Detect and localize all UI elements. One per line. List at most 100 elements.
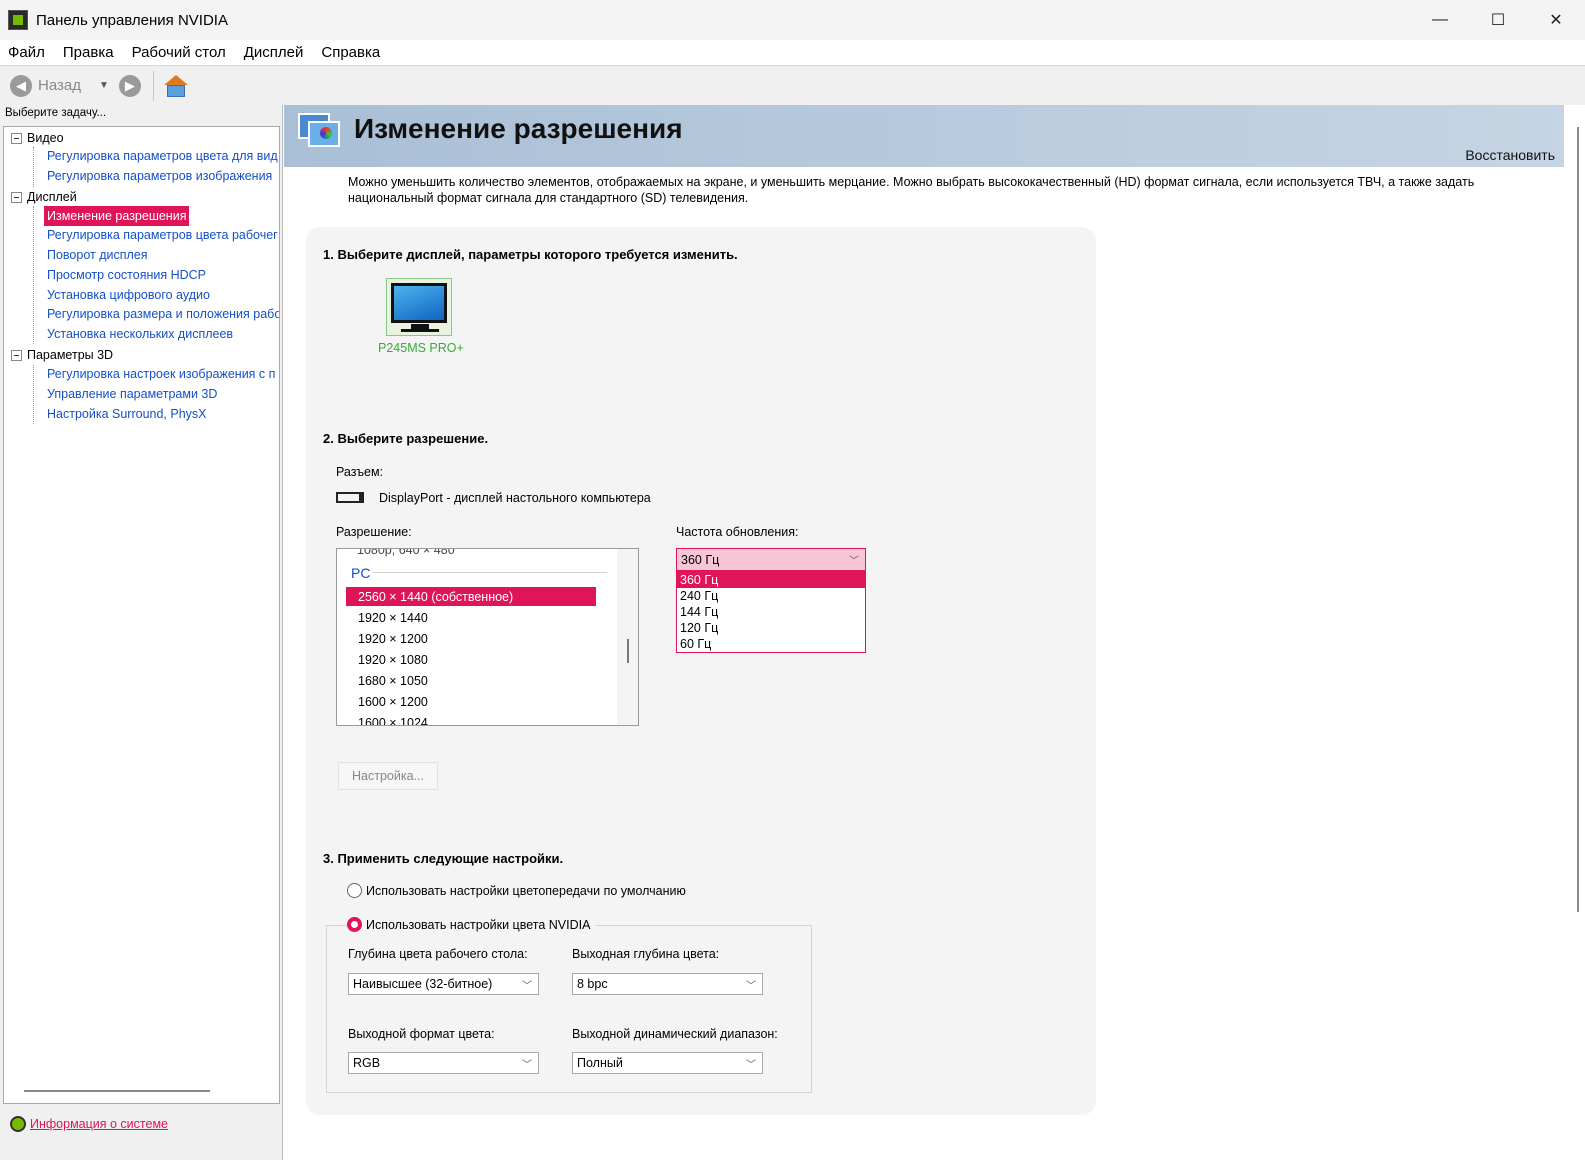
customize-button[interactable]: Настройка...: [338, 762, 438, 790]
collapse-icon[interactable]: [11, 191, 22, 203]
tree-item-video-color[interactable]: Регулировка параметров цвета для вид: [44, 146, 279, 166]
system-info-link[interactable]: Информация о системе: [30, 1117, 168, 1131]
radio-button-selected[interactable]: [347, 917, 362, 932]
tree-connector: [33, 206, 34, 344]
window-controls: — ☐ ✕: [1411, 0, 1585, 40]
tree-item-video-image[interactable]: Регулировка параметров изображения: [44, 166, 275, 186]
radio-button[interactable]: [347, 883, 362, 898]
tree-item-manage-3d[interactable]: Управление параметрами 3D: [44, 384, 220, 404]
chevron-down-icon: ﹀: [746, 981, 756, 992]
dynamic-range-select[interactable]: Полный ﹀: [572, 1052, 763, 1074]
toolbar: ◀ Назад ▼ ▶: [0, 65, 1585, 105]
resolution-label: Разрешение:: [336, 525, 412, 539]
tree-connector: [33, 365, 34, 424]
tree-item-change-resolution[interactable]: Изменение разрешения: [44, 206, 190, 226]
resolution-list[interactable]: 1080p, 640 × 480 PC 2560 × 1440 (собстве…: [336, 548, 639, 726]
restore-defaults-link[interactable]: Восстановить: [1465, 147, 1555, 163]
forward-arrow-icon[interactable]: ▶: [118, 74, 141, 97]
close-button[interactable]: ✕: [1527, 0, 1585, 40]
select-value: 8 bpc: [577, 977, 608, 991]
resolution-option[interactable]: 1920 × 1080: [346, 650, 596, 669]
connector-label: Разъем:: [336, 465, 384, 479]
tree-category-label: Дисплей: [27, 190, 77, 204]
output-format-select[interactable]: RGB ﹀: [348, 1052, 539, 1074]
task-tree: Видео Регулировка параметров цвета для в…: [3, 126, 280, 1104]
tree-item-rotate-display[interactable]: Поворот дисплея: [44, 245, 151, 265]
refresh-option[interactable]: 60 Гц: [677, 636, 865, 652]
settings-panel: 1. Выберите дисплей, параметры которого …: [306, 227, 1096, 1115]
radio-nvidia-color[interactable]: Использовать настройки цвета NVIDIA: [347, 917, 597, 932]
tree-horizontal-scrollbar[interactable]: [24, 1090, 210, 1092]
history-dropdown-icon[interactable]: ▼: [99, 80, 109, 91]
refresh-rate-select[interactable]: 360 Гц ﹀: [676, 548, 866, 571]
select-value: Полный: [577, 1056, 623, 1070]
collapse-icon[interactable]: [11, 349, 22, 361]
tree-item-3d-preview[interactable]: Регулировка настроек изображения с п: [44, 364, 278, 384]
monitor-icon[interactable]: [386, 278, 452, 336]
display-settings-icon: [298, 113, 342, 153]
refresh-rate-dropdown[interactable]: 360 Гц 240 Гц 144 Гц 120 Гц 60 Гц: [676, 571, 866, 653]
radio-default-color[interactable]: Использовать настройки цветопередачи по …: [347, 883, 686, 898]
tree-category-display[interactable]: Дисплей: [4, 187, 77, 207]
refresh-option[interactable]: 240 Гц: [677, 588, 865, 604]
nvidia-info-icon: [10, 1116, 26, 1132]
tree-item-desktop-color[interactable]: Регулировка параметров цвета рабочег: [44, 225, 279, 245]
tree-item-hdcp-status[interactable]: Просмотр состояния HDCP: [44, 265, 209, 285]
menu-edit[interactable]: Правка: [63, 44, 114, 61]
resolution-option[interactable]: 1920 × 1440: [346, 608, 596, 627]
resolution-option[interactable]: 2560 × 1440 (собственное): [346, 587, 596, 606]
refresh-rate-value: 360 Гц: [681, 552, 720, 567]
displayport-icon: [336, 492, 364, 503]
refresh-rate-label: Частота обновления:: [676, 525, 799, 539]
tree-item-surround-physx[interactable]: Настройка Surround, PhysX: [44, 404, 210, 424]
collapse-icon[interactable]: [11, 132, 22, 144]
output-depth-select[interactable]: 8 bpc ﹀: [572, 973, 763, 995]
resolution-option[interactable]: 1920 × 1200: [346, 629, 596, 648]
display-name[interactable]: P245MS PRO+: [378, 341, 464, 355]
tree-category-label: Видео: [27, 131, 64, 145]
resolution-option[interactable]: 1600 × 1024: [346, 713, 596, 726]
radio-label: Использовать настройки цветопередачи по …: [366, 883, 686, 898]
chevron-down-icon: ﹀: [746, 1060, 756, 1071]
tree-item-desktop-size[interactable]: Регулировка размера и положения рабо: [44, 304, 279, 324]
tree-category-label: Параметры 3D: [27, 348, 114, 362]
menu-display[interactable]: Дисплей: [244, 44, 304, 61]
back-button-label[interactable]: Назад: [38, 77, 81, 94]
refresh-option[interactable]: 144 Гц: [677, 604, 865, 620]
tree-category-video[interactable]: Видео: [4, 128, 64, 148]
menu-help[interactable]: Справка: [321, 44, 380, 61]
home-icon[interactable]: [163, 74, 188, 97]
page-header: Изменение разрешения Восстановить: [284, 105, 1585, 167]
refresh-option[interactable]: 360 Гц: [677, 572, 865, 588]
vertical-scrollbar[interactable]: [1564, 105, 1585, 1160]
title-bar: Панель управления NVIDIA — ☐ ✕: [0, 0, 1585, 40]
resolution-option[interactable]: 1600 × 1200: [346, 692, 596, 711]
toolbar-separator: [152, 70, 154, 101]
resolution-list-scrollbar[interactable]: [617, 549, 638, 725]
resolution-option[interactable]: 1680 × 1050: [346, 671, 596, 690]
task-pane: Выберите задачу... Видео Регулировка пар…: [0, 105, 283, 1160]
tree-item-multiple-displays[interactable]: Установка нескольких дисплеев: [44, 324, 236, 344]
back-arrow-icon[interactable]: ◀: [10, 74, 32, 97]
page-title: Изменение разрешения: [354, 113, 683, 144]
resolution-group-pc: PC: [351, 565, 371, 581]
tree-item-digital-audio[interactable]: Установка цифрового аудио: [44, 285, 213, 305]
desktop-depth-select[interactable]: Наивысшее (32-битное) ﹀: [348, 973, 539, 995]
chevron-down-icon: ﹀: [522, 981, 532, 992]
list-item-partial: 1080p, 640 × 480: [357, 548, 455, 557]
radio-label: Использовать настройки цвета NVIDIA: [366, 917, 591, 932]
minimize-button[interactable]: —: [1411, 0, 1469, 40]
menu-file[interactable]: Файл: [8, 44, 45, 61]
select-value: Наивысшее (32-битное): [353, 977, 493, 991]
tree-category-3d[interactable]: Параметры 3D: [4, 345, 113, 365]
select-value: RGB: [353, 1056, 381, 1070]
maximize-button[interactable]: ☐: [1469, 0, 1527, 40]
scrollbar-thumb[interactable]: [627, 639, 629, 663]
menu-desktop[interactable]: Рабочий стол: [132, 44, 226, 61]
menu-bar: Файл Правка Рабочий стол Дисплей Справка: [0, 40, 1585, 65]
system-info: Информация о системе: [10, 1116, 168, 1132]
scrollbar-thumb[interactable]: [1577, 127, 1579, 912]
refresh-option[interactable]: 120 Гц: [677, 620, 865, 636]
output-depth-label: Выходная глубина цвета:: [572, 947, 720, 961]
connector-value: DisplayPort - дисплей настольного компью…: [379, 491, 651, 505]
